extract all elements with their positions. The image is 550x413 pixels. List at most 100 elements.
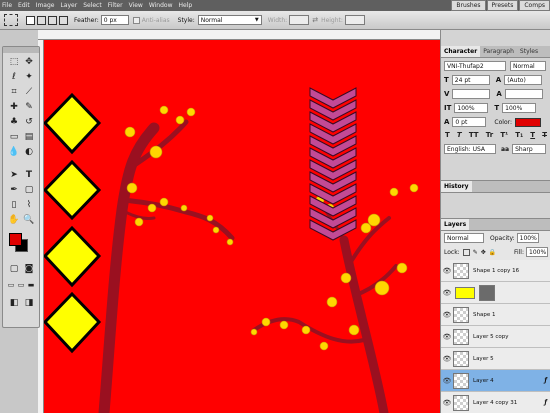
subscript-button[interactable]: T₁ — [515, 131, 523, 139]
layer-row[interactable]: 👁 Layer 5 — [441, 348, 550, 370]
feather-input[interactable]: 0 px — [100, 15, 129, 25]
visibility-eye-icon[interactable]: 👁 — [441, 333, 453, 341]
move-icon[interactable]: ✥ — [23, 56, 35, 68]
intersect-selection-icon[interactable] — [59, 15, 68, 25]
all-caps-button[interactable]: TT — [469, 131, 479, 139]
add-selection-icon[interactable] — [37, 15, 46, 25]
layer-row[interactable]: 👁 Shape 1 copy 16 — [441, 260, 550, 282]
width-input[interactable] — [289, 15, 310, 25]
menu-edit[interactable]: Edit — [18, 2, 30, 9]
foreground-color-swatch[interactable] — [9, 233, 22, 246]
path-selection-icon[interactable]: ➤ — [8, 169, 20, 181]
eyedropper-icon[interactable]: ⌇ — [23, 199, 35, 211]
menu-select[interactable]: Select — [83, 2, 102, 9]
language-select[interactable]: English: USA — [444, 144, 496, 154]
toolbox-gripper[interactable] — [3, 47, 39, 53]
subtract-selection-icon[interactable] — [48, 15, 57, 25]
standard-mode-icon[interactable]: ▢ — [8, 263, 20, 275]
layer-effects-icon[interactable]: ƒ — [544, 377, 547, 384]
slice-icon[interactable]: ⟋ — [23, 86, 35, 98]
menu-help[interactable]: Help — [179, 2, 193, 9]
menu-file[interactable]: File — [2, 2, 12, 9]
lock-all-icon[interactable]: 🔒 — [489, 249, 496, 256]
crop-icon[interactable]: ⌗ — [8, 86, 20, 98]
tab-layers[interactable]: Layers — [441, 219, 470, 230]
visibility-eye-icon[interactable]: 👁 — [441, 377, 453, 385]
height-input[interactable] — [344, 15, 365, 25]
type-icon[interactable]: T — [23, 169, 35, 181]
small-caps-button[interactable]: Tr — [486, 131, 493, 139]
vertical-scale-input[interactable]: 100% — [454, 103, 489, 113]
shape-icon[interactable]: ▢ — [23, 184, 35, 196]
tab-brushes[interactable]: Brushes — [451, 0, 486, 11]
superscript-button[interactable]: T¹ — [500, 131, 508, 139]
style-select[interactable]: Normal ▼ — [197, 15, 262, 25]
layer-row[interactable]: 👁 — [441, 282, 550, 304]
menu-view[interactable]: View — [129, 2, 143, 9]
new-selection-icon[interactable] — [26, 15, 35, 25]
menu-window[interactable]: Window — [149, 2, 173, 9]
document-canvas[interactable] — [44, 40, 440, 413]
lock-transparency-icon[interactable] — [462, 248, 470, 256]
visibility-eye-icon[interactable]: 👁 — [441, 399, 453, 407]
imageready-icon[interactable]: ◧ — [8, 297, 20, 309]
tab-styles[interactable]: Styles — [517, 46, 541, 57]
notes-icon[interactable]: ▯ — [8, 199, 20, 211]
gradient-icon[interactable]: ▤ — [23, 131, 35, 143]
quick-mask-icon[interactable]: ◙ — [23, 263, 35, 275]
full-screen-icon[interactable]: ▬ — [25, 279, 37, 291]
layer-effects-icon[interactable]: ƒ — [544, 399, 547, 406]
clone-stamp-icon[interactable]: ♣ — [8, 116, 20, 128]
lock-pixels-icon[interactable]: ✎ — [473, 249, 478, 256]
font-style-select[interactable]: Normal — [510, 61, 546, 71]
hand-icon[interactable]: ✋ — [8, 214, 20, 226]
fill-input[interactable]: 100% — [526, 247, 548, 257]
marquee-icon[interactable]: ⬚ — [8, 56, 20, 68]
tracking-input[interactable] — [504, 89, 543, 99]
leading-input[interactable]: (Auto) — [504, 75, 543, 85]
dodge-icon[interactable]: ◐ — [23, 146, 35, 158]
menu-filter[interactable]: Filter — [108, 2, 123, 9]
marquee-tool-icon[interactable] — [4, 14, 18, 26]
layer-row[interactable]: 👁 Layer 4 copy 31 ƒ — [441, 392, 550, 413]
blend-mode-select[interactable]: Normal — [444, 233, 484, 243]
font-size-input[interactable]: 24 pt — [451, 75, 490, 85]
zoom-icon[interactable]: 🔍 — [23, 214, 35, 226]
text-color-swatch[interactable] — [515, 117, 542, 127]
visibility-eye-icon[interactable]: 👁 — [441, 289, 453, 297]
layer-row[interactable]: 👁 Shape 1 — [441, 304, 550, 326]
antialias-checkbox[interactable] — [132, 16, 140, 24]
horizontal-ruler[interactable] — [38, 30, 440, 40]
lock-position-icon[interactable]: ✥ — [481, 249, 486, 256]
tab-comps[interactable]: Comps — [519, 0, 550, 11]
opacity-input[interactable]: 100% — [516, 233, 539, 243]
jump-icon[interactable]: ◨ — [23, 297, 35, 309]
menu-image[interactable]: Image — [36, 2, 55, 9]
swap-icon[interactable]: ⇄ — [312, 16, 318, 24]
brush-icon[interactable]: ✎ — [23, 101, 35, 113]
eraser-icon[interactable]: ▭ — [8, 131, 20, 143]
faux-bold-button[interactable]: T — [445, 131, 450, 139]
tab-history[interactable]: History — [441, 181, 472, 192]
lasso-icon[interactable]: ℓ — [8, 71, 20, 83]
visibility-eye-icon[interactable]: 👁 — [441, 355, 453, 363]
baseline-shift-input[interactable]: 0 pt — [452, 117, 487, 127]
tab-paragraph[interactable]: Paragraph — [480, 46, 517, 57]
strikethrough-button[interactable]: T — [542, 131, 547, 139]
layer-row[interactable]: 👁 Layer 4 ƒ — [441, 370, 550, 392]
faux-italic-button[interactable]: T — [457, 131, 462, 139]
visibility-eye-icon[interactable]: 👁 — [441, 267, 453, 275]
blur-icon[interactable]: 💧 — [8, 146, 20, 158]
history-brush-icon[interactable]: ↺ — [23, 116, 35, 128]
font-family-select[interactable]: VNI-Thufap2 — [444, 61, 506, 71]
tab-character[interactable]: Character — [441, 46, 481, 57]
pen-icon[interactable]: ✒ — [8, 184, 20, 196]
layer-row[interactable]: 👁 Layer 5 copy — [441, 326, 550, 348]
kerning-input[interactable] — [452, 89, 491, 99]
menu-layer[interactable]: Layer — [60, 2, 77, 9]
healing-brush-icon[interactable]: ✚ — [8, 101, 20, 113]
tab-presets[interactable]: Presets — [486, 0, 519, 11]
underline-button[interactable]: T — [530, 131, 535, 139]
visibility-eye-icon[interactable]: 👁 — [441, 311, 453, 319]
antialias-select[interactable]: Sharp — [512, 144, 547, 154]
